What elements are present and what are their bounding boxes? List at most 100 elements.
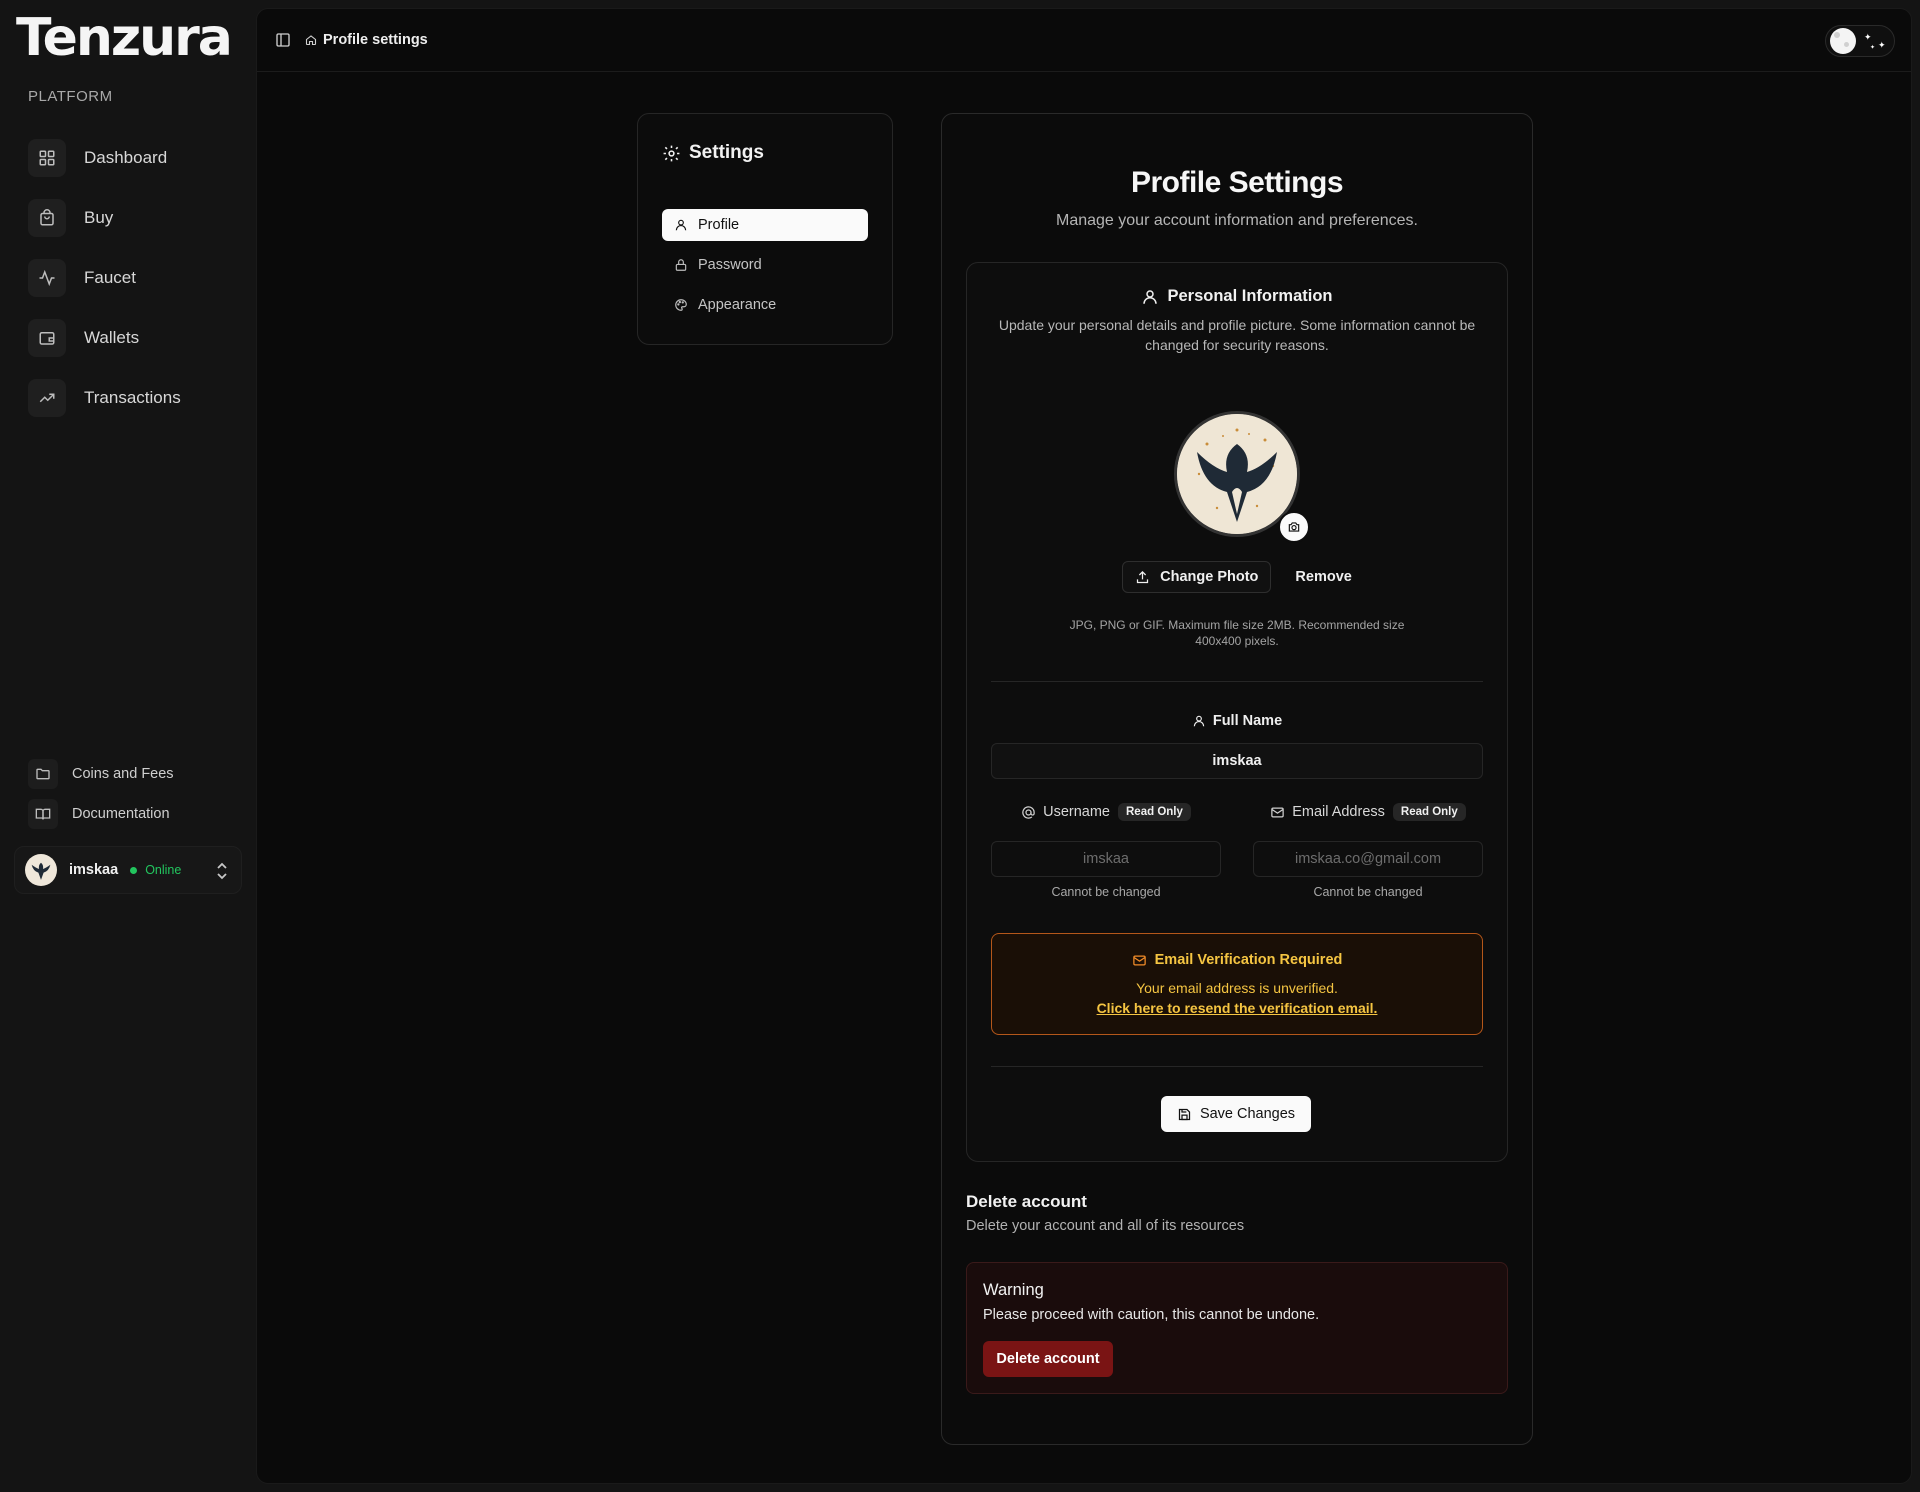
avatar [25,854,57,886]
warning-text: Please proceed with caution, this cannot… [983,1307,1320,1323]
full-name-label-row: Full Name [967,713,1507,729]
delete-account-button[interactable]: Delete account [983,1341,1113,1377]
chevron-up-down-icon [215,861,229,881]
divider [991,681,1483,682]
settings-tabs: Profile Password Appearance [662,209,868,329]
username-label: Username [1043,804,1110,820]
top-bar: Profile settings ✦ ✦ ✦ [257,9,1911,72]
save-icon [1177,1107,1192,1122]
palette-icon [674,298,688,312]
username-note: Cannot be changed [1051,885,1161,899]
username-input: imskaa [991,841,1221,877]
resend-verification-link[interactable]: Click here to resend the verification em… [1097,1000,1378,1016]
delete-account-subtitle: Delete your account and all of its resou… [966,1218,1245,1234]
profile-settings-card: Profile Settings Manage your account inf… [941,113,1533,1445]
sidebar-item-label: Transactions [84,388,181,407]
sidebar-item-label: Buy [84,208,114,227]
tab-profile[interactable]: Profile [662,209,868,241]
folder-icon [28,759,58,789]
trending-up-icon [28,379,66,417]
full-name-label: Full Name [1212,713,1283,729]
breadcrumb[interactable]: Profile settings [305,32,428,48]
save-changes-button[interactable]: Save Changes [1161,1096,1311,1132]
settings-heading: Settings [662,142,764,164]
user-name: imskaa [69,862,119,878]
user-icon [1141,288,1159,306]
email-label-row: Email Address Read Only [1253,803,1483,821]
online-status-text: Online [145,863,182,877]
sidebar-toggle-icon[interactable] [275,32,291,48]
sidebar-secondary-nav: Coins and Fees Documentation [28,754,248,834]
verification-link-row: Click here to resend the verification em… [992,1000,1482,1016]
grid-icon [28,139,66,177]
wallet-icon [28,319,66,357]
breadcrumb-current: Profile settings [323,32,428,48]
main-content: Profile settings ✦ ✦ ✦ Settings Profile … [256,8,1912,1484]
save-changes-label: Save Changes [1199,1106,1296,1122]
gear-icon [662,144,681,163]
tab-label: Profile [698,217,740,233]
change-photo-button[interactable]: Change Photo [1122,561,1272,593]
settings-nav-card: Settings Profile Password Appearance [637,113,893,345]
shopping-bag-icon [28,199,66,237]
sidebar-item-faucet[interactable]: Faucet [28,248,248,308]
delete-account-title: Delete account [966,1192,1087,1211]
read-only-badge: Read Only [1118,803,1191,821]
at-sign-icon [1021,805,1036,820]
read-only-badge: Read Only [1392,803,1466,821]
sidebar-item-label: Dashboard [84,148,168,167]
online-status-dot [130,866,138,874]
email-note: Cannot be changed [1313,885,1423,899]
full-name-input[interactable]: imskaa [991,743,1483,779]
tab-appearance[interactable]: Appearance [662,289,868,321]
sidebar: Tenzura PLATFORM Dashboard Buy Faucet Wa… [0,0,256,1492]
tab-label: Appearance [698,297,777,313]
tab-password[interactable]: Password [662,249,868,281]
page-subtitle: Manage your account information and pref… [1056,212,1418,229]
sidebar-item-wallets[interactable]: Wallets [28,308,248,368]
sidebar-item-buy[interactable]: Buy [28,188,248,248]
sidebar-item-dashboard[interactable]: Dashboard [28,128,248,188]
tab-label: Password [698,257,762,273]
divider [991,1066,1483,1067]
delete-warning-box: Warning Please proceed with caution, thi… [966,1262,1508,1394]
camera-icon[interactable] [1278,511,1310,543]
lock-icon [674,258,688,272]
sidebar-item-label: Coins and Fees [72,766,174,782]
mail-icon [1132,953,1147,968]
sidebar-item-transactions[interactable]: Transactions [28,368,248,428]
remove-photo-button[interactable]: Remove [1295,569,1351,585]
section-title: Personal Information [1167,287,1333,305]
personal-information-heading: Personal Information [967,287,1507,306]
user-menu[interactable]: imskaa Online [14,846,242,894]
star-icon: ✦ [1878,40,1886,50]
email-input: imskaa.co@gmail.com [1253,841,1483,877]
book-icon [28,799,58,829]
warning-title: Warning [983,1281,1044,1299]
email-label: Email Address [1292,804,1385,820]
verification-message: Your email address is unverified. [1136,980,1338,996]
user-icon [1192,714,1206,728]
moon-icon [1830,28,1856,54]
verification-title: Email Verification Required [1154,952,1343,968]
change-photo-label: Change Photo [1160,569,1259,585]
sidebar-item-coins-and-fees[interactable]: Coins and Fees [28,754,248,794]
sidebar-item-label: Wallets [84,328,140,347]
home-icon [305,34,317,46]
personal-information-card: Personal Information Update your persona… [966,262,1508,1162]
star-icon: ✦ [1870,45,1876,51]
username-label-row: Username Read Only [991,803,1221,821]
settings-title: Settings [689,142,764,163]
activity-icon [28,259,66,297]
sidebar-item-label: Faucet [84,268,136,287]
mail-icon [1270,805,1285,820]
sidebar-item-documentation[interactable]: Documentation [28,794,248,834]
sidebar-item-label: Documentation [72,806,170,822]
theme-toggle[interactable]: ✦ ✦ ✦ [1825,25,1895,57]
verification-heading: Email Verification Required [992,952,1482,968]
photo-hint: JPG, PNG or GIF. Maximum file size 2MB. … [1069,618,1405,648]
app-logo[interactable]: Tenzura [16,8,233,68]
email-verification-alert: Email Verification Required Your email a… [991,933,1483,1035]
user-icon [674,218,688,232]
upload-icon [1135,570,1150,585]
